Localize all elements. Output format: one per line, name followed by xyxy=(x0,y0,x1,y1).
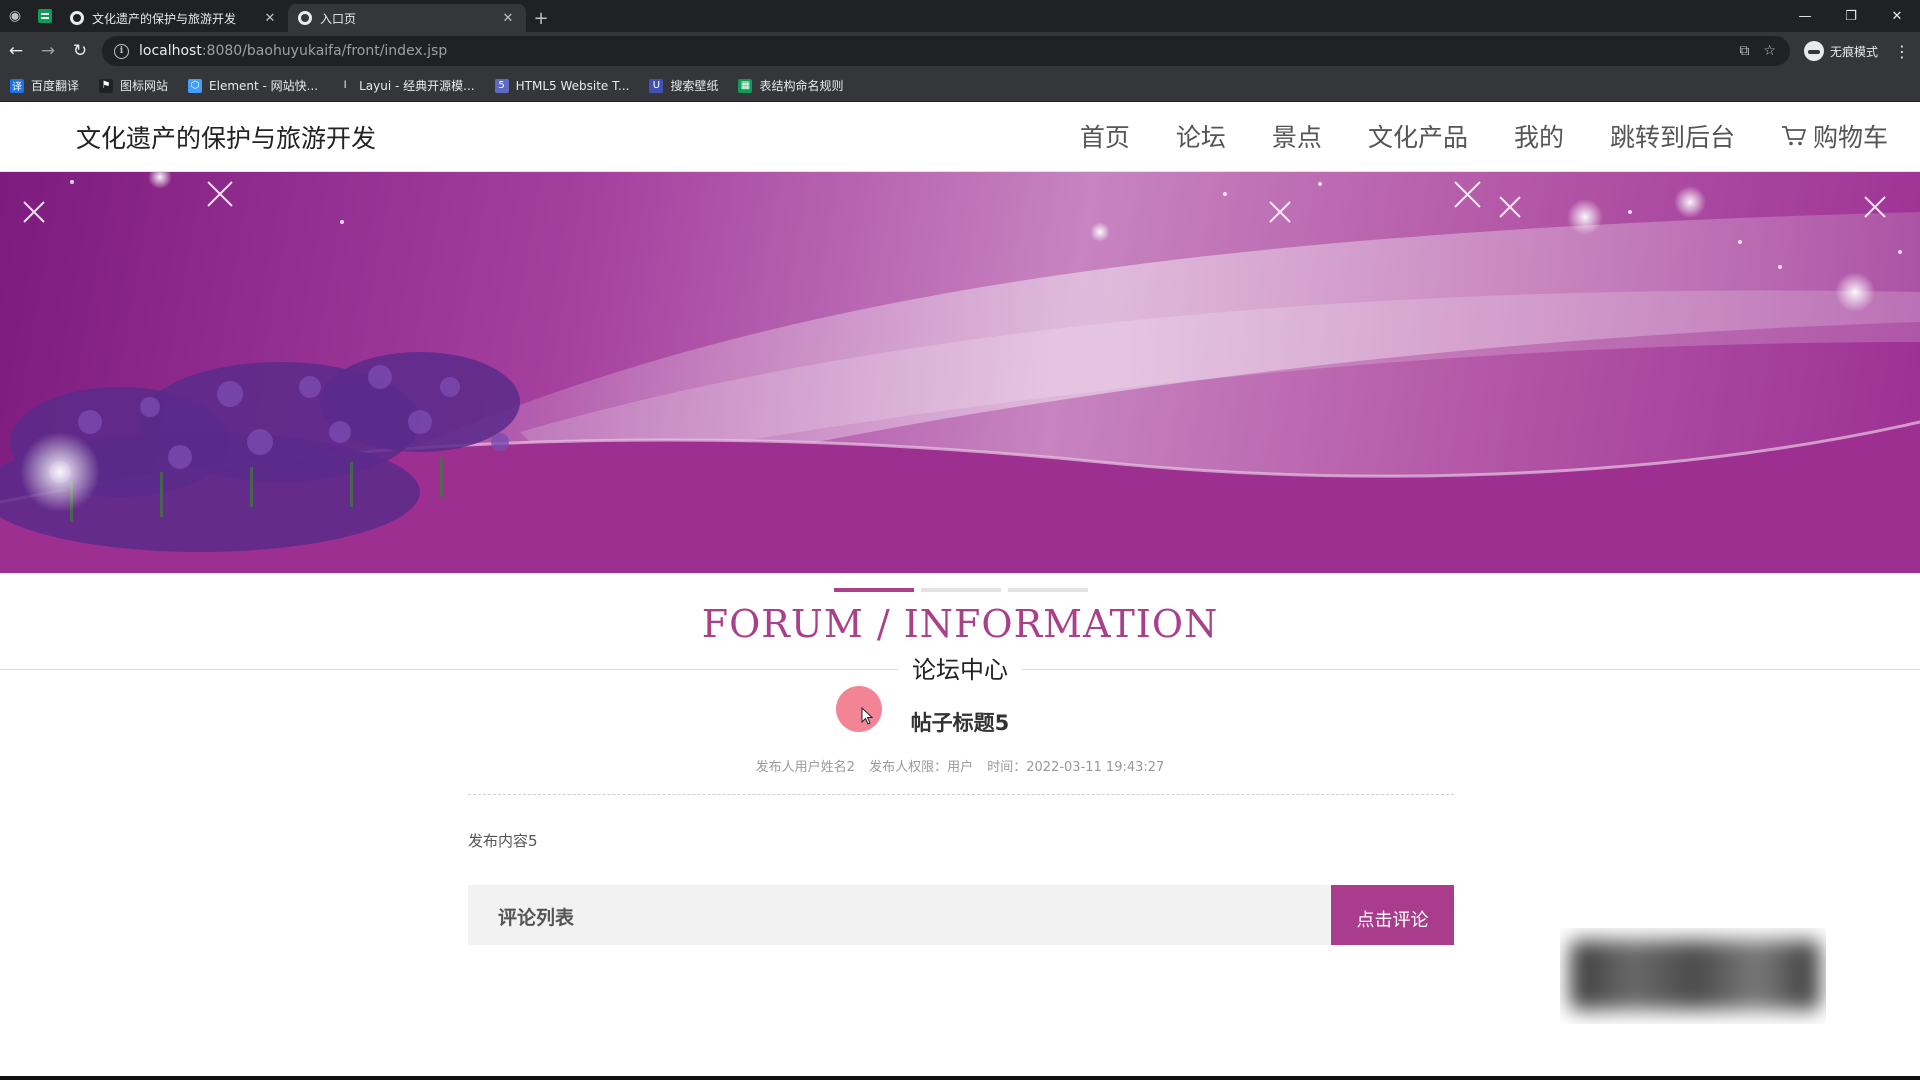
tab-title: 文化遗产的保护与旅游开发 xyxy=(92,11,237,26)
add-comment-button[interactable]: 点击评论 xyxy=(1331,885,1454,945)
browser-tab-strip: ◉ 文化遗产的保护与旅游开发 ✕ 入口页 ✕ + — ❐ ✕ xyxy=(0,0,1920,32)
site-nav: 首页 论坛 景点 文化产品 我的 跳转到后台 购物车 xyxy=(1034,118,1888,154)
nav-home[interactable]: 首页 xyxy=(1080,118,1130,154)
minimize-button[interactable]: — xyxy=(1782,0,1828,32)
url-path: :8080/baohuyukaifa/front/index.jsp xyxy=(201,43,448,59)
comment-list-bar: 评论列表 点击评论 xyxy=(468,885,1454,945)
bookmark-item[interactable]: 5 HTML5 Website T... xyxy=(494,78,630,93)
bookmark-label: 搜索壁纸 xyxy=(670,79,719,93)
globe-icon xyxy=(298,11,312,25)
carousel-dot[interactable] xyxy=(834,588,914,592)
wallpaper-icon: U xyxy=(649,78,664,93)
carousel-dot[interactable] xyxy=(921,588,1001,592)
carousel-dot[interactable] xyxy=(1008,588,1088,592)
menu-dots-icon[interactable]: ⋮ xyxy=(1890,42,1914,61)
new-tab-button[interactable]: + xyxy=(526,4,556,32)
post-title: 帖子标题5 xyxy=(910,711,1010,735)
nav-mine[interactable]: 我的 xyxy=(1514,118,1564,154)
globe-icon xyxy=(70,11,84,25)
blurred-watermark-shape xyxy=(1570,940,1820,1010)
pinned-tab-sheet[interactable] xyxy=(30,0,60,32)
tab-heritage[interactable]: 文化遗产的保护与旅游开发 ✕ xyxy=(60,4,288,32)
nav-attractions[interactable]: 景点 xyxy=(1272,118,1322,154)
html5-icon: 5 xyxy=(494,78,509,93)
profile-label: 无痕模式 xyxy=(1829,44,1878,59)
star-icon[interactable]: ☆ xyxy=(1763,43,1776,59)
post-author: 发布人用户姓名2 xyxy=(755,760,855,775)
layui-icon: l xyxy=(338,78,353,93)
site-title[interactable]: 文化遗产的保护与旅游开发 xyxy=(76,119,376,155)
bookmark-item[interactable]: 译百度翻译 xyxy=(10,77,79,94)
nav-culture-products[interactable]: 文化产品 xyxy=(1368,118,1468,154)
banner-artwork xyxy=(0,172,1920,573)
nav-cart[interactable]: 购物车 xyxy=(1781,118,1888,154)
bookmark-label: 表结构命名规则 xyxy=(759,79,844,93)
nav-forum[interactable]: 论坛 xyxy=(1176,118,1226,154)
blurred-watermark xyxy=(1560,928,1826,1024)
tab-entry-page[interactable]: 入口页 ✕ xyxy=(288,4,526,32)
bookmark-item[interactable]: ⚑ 图标网站 xyxy=(99,77,168,94)
bookmark-label: Element - 网站快... xyxy=(209,79,319,93)
post-time: 时间：2022-03-11 19:43:27 xyxy=(987,760,1165,775)
hero-banner xyxy=(0,172,1920,573)
element-icon: ⬡ xyxy=(188,78,203,93)
post-content: 发布内容5 xyxy=(468,832,538,850)
section-title-en: FORUM / INFORMATION xyxy=(701,602,1219,646)
post-divider xyxy=(468,794,1454,795)
bookmark-item[interactable]: l Layui - 经典开源模... xyxy=(338,77,475,94)
bookmark-item[interactable]: ▦ 表结构命名规则 xyxy=(738,77,843,94)
bottom-edge xyxy=(0,1076,1920,1080)
url-field[interactable]: i localhost:8080/baohuyukaifa/front/inde… xyxy=(102,36,1790,66)
reload-icon[interactable]: ↻ xyxy=(64,35,96,67)
info-icon[interactable]: i xyxy=(114,43,129,59)
forward-arrow-icon[interactable]: → xyxy=(32,35,64,67)
comment-list-label: 评论列表 xyxy=(498,907,575,929)
site-header: 文化遗产的保护与旅游开发 首页 论坛 景点 文化产品 我的 跳转到后台 购物车 xyxy=(0,102,1920,172)
address-toolbar: ← → ↻ i localhost:8080/baohuyukaifa/fron… xyxy=(0,32,1920,70)
sheet-icon xyxy=(38,9,52,23)
carousel-indicators xyxy=(834,588,1088,592)
section-title-cn-wrap: 论坛中心 xyxy=(0,650,1920,685)
section-title-cn: 论坛中心 xyxy=(898,656,1022,684)
window-controls: — ❐ ✕ xyxy=(1782,0,1920,32)
translate-icon[interactable]: ⧉ xyxy=(1739,43,1749,59)
tab-title: 入口页 xyxy=(320,11,357,26)
url-host: localhost xyxy=(139,43,202,59)
window-close-button[interactable]: ✕ xyxy=(1874,0,1920,32)
profile-button[interactable]: 无痕模式 xyxy=(1803,41,1878,61)
restore-button[interactable]: ❐ xyxy=(1828,0,1874,32)
incognito-icon xyxy=(1803,41,1824,61)
bookmark-label: HTML5 Website T... xyxy=(515,78,630,93)
bookmark-label: 图标网站 xyxy=(120,79,169,93)
bookmark-label: Layui - 经典开源模... xyxy=(359,79,475,93)
cart-icon xyxy=(1781,126,1806,146)
post-role: 发布人权限：用户 xyxy=(869,760,974,775)
close-icon[interactable]: ✕ xyxy=(500,11,516,26)
sheet-icon: ▦ xyxy=(738,78,753,93)
back-arrow-icon[interactable]: ← xyxy=(0,35,32,67)
nav-admin[interactable]: 跳转到后台 xyxy=(1610,118,1735,154)
bookmark-item[interactable]: ⬡ Element - 网站快... xyxy=(188,77,318,94)
flag-icon: ⚑ xyxy=(99,78,114,93)
nav-cart-label: 购物车 xyxy=(1812,123,1888,152)
close-icon[interactable]: ✕ xyxy=(262,11,278,26)
bookmarks-bar: 译百度翻译 ⚑ 图标网站 ⬡ Element - 网站快... l Layui - 经典开源… xyxy=(0,70,1920,102)
post-meta: 发布人用户姓名2 发布人权限：用户 时间：2022-03-11 19:43:27 xyxy=(0,756,1920,775)
omnibox-actions: ⧉ ☆ xyxy=(1739,43,1790,59)
tab-search-icon[interactable]: ◉ xyxy=(0,0,30,32)
translate-icon: 译 xyxy=(10,78,24,93)
bookmark-item[interactable]: U 搜索壁纸 xyxy=(649,77,718,94)
bookmark-label: 百度翻译 xyxy=(31,79,80,93)
